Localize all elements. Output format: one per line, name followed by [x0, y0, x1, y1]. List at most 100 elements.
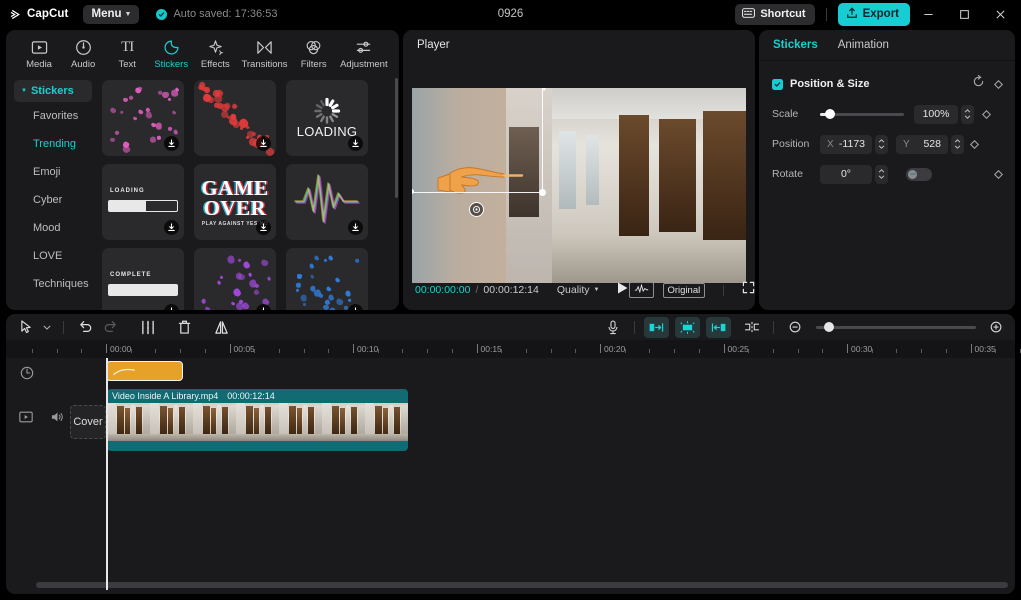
sticker-blue-confetti[interactable]: [286, 248, 368, 310]
video-track-icon[interactable]: [17, 408, 35, 426]
sidebar-item-techniques[interactable]: Techniques: [14, 270, 100, 298]
select-tool-dropdown[interactable]: [39, 317, 54, 338]
play-button[interactable]: [616, 281, 629, 300]
download-icon[interactable]: [348, 220, 363, 235]
library-panel: Media Audio TI Text Stickers Effects Tra…: [6, 30, 399, 310]
sidebar-item-emoji[interactable]: Emoji: [14, 158, 100, 186]
cursor-select-icon[interactable]: [14, 317, 39, 338]
split-icon[interactable]: [135, 317, 160, 338]
export-button[interactable]: Export: [838, 3, 910, 26]
selection-handle-corner[interactable]: [539, 189, 546, 196]
sticker-loading-bar[interactable]: LOADING: [102, 164, 184, 240]
clock-sticker-icon[interactable]: [18, 364, 36, 382]
split-marker-icon[interactable]: [739, 317, 764, 338]
sticker-complete-bar[interactable]: COMPLETE: [102, 248, 184, 310]
video-preview[interactable]: [412, 88, 746, 283]
position-keyframe-icon[interactable]: [970, 140, 979, 149]
tab-effects[interactable]: Effects: [194, 36, 236, 70]
auto-snap-icon[interactable]: [675, 317, 700, 338]
keyframe-diamond-icon[interactable]: [994, 80, 1003, 89]
close-button[interactable]: [982, 0, 1018, 28]
shortcut-button[interactable]: Shortcut: [735, 4, 814, 25]
export-upload-icon: [846, 7, 858, 22]
original-button[interactable]: Original: [663, 283, 706, 298]
rotate-keyframe-icon[interactable]: [994, 170, 1003, 179]
scale-row: Scale 100%: [759, 99, 1015, 129]
scale-slider-knob[interactable]: [825, 109, 835, 119]
selection-handle-top[interactable]: [539, 88, 549, 91]
zoom-out-icon[interactable]: [783, 317, 808, 338]
snap-right-icon[interactable]: [706, 317, 731, 338]
rotate-flip-toggle[interactable]: [906, 168, 932, 181]
tab-stickers-props[interactable]: Stickers: [773, 39, 818, 51]
undo-icon[interactable]: [73, 317, 98, 338]
scale-keyframe-icon[interactable]: [982, 110, 991, 119]
sticker-waveform[interactable]: [286, 164, 368, 240]
position-x-stepper[interactable]: [875, 135, 888, 154]
position-size-checkbox[interactable]: [772, 79, 783, 90]
timeline-zoom-slider[interactable]: [816, 326, 976, 329]
video-clip[interactable]: Video Inside A Library.mp4 00:00:12:14: [107, 389, 408, 451]
rotate-stepper[interactable]: [875, 165, 888, 184]
timeline-ruler[interactable]: 00:0000:0500:1000:1500:2000:2500:3000:35: [6, 340, 1015, 358]
download-icon[interactable]: [164, 220, 179, 235]
sticker-game-over[interactable]: GAME OVER PLAY AGAINST YES NO: [194, 164, 276, 240]
cover-button[interactable]: Cover: [70, 405, 106, 439]
position-x-field[interactable]: X -1173: [820, 135, 872, 154]
tab-text[interactable]: TI Text: [106, 36, 148, 70]
tab-stickers[interactable]: Stickers: [150, 36, 192, 70]
download-icon[interactable]: [256, 136, 271, 151]
toolbar-divider: [63, 321, 64, 334]
scale-value[interactable]: 100%: [914, 105, 958, 124]
quality-dropdown[interactable]: Quality ▼: [557, 284, 600, 296]
rotate-handle-icon[interactable]: [469, 202, 484, 217]
snap-left-icon[interactable]: [644, 317, 669, 338]
hand-sticker-clip[interactable]: [106, 361, 183, 381]
category-header-stickers[interactable]: ▼ Stickers: [14, 80, 92, 102]
download-icon[interactable]: [256, 220, 271, 235]
download-icon[interactable]: [164, 304, 179, 310]
tab-animation[interactable]: Animation: [838, 39, 889, 51]
video-clip-name: Video Inside A Library.mp4: [112, 391, 218, 401]
rotate-value[interactable]: 0°: [820, 165, 872, 184]
tab-media[interactable]: Media: [18, 36, 60, 70]
speaker-icon[interactable]: [48, 408, 66, 426]
tab-adjustment[interactable]: Adjustment: [337, 36, 391, 70]
clip-thumbnail: [365, 403, 408, 441]
sidebar-item-mood[interactable]: Mood: [14, 214, 100, 242]
menu-button[interactable]: Menu ▼: [83, 5, 140, 24]
position-y-field[interactable]: Y 528: [896, 135, 948, 154]
audio-waveform-icon[interactable]: [629, 282, 654, 298]
sticker-pink-confetti[interactable]: [102, 80, 184, 156]
mirror-icon[interactable]: [209, 317, 234, 338]
scale-slider[interactable]: [820, 113, 904, 116]
fullscreen-icon[interactable]: [742, 281, 755, 299]
tab-transitions[interactable]: Transitions: [238, 36, 290, 70]
sticker-loading-spinner[interactable]: LOADING: [286, 80, 368, 156]
trash-icon[interactable]: [172, 317, 197, 338]
redo-icon[interactable]: [98, 317, 123, 338]
position-y-stepper[interactable]: [951, 135, 964, 154]
minimize-button[interactable]: [910, 0, 946, 28]
microphone-icon[interactable]: [600, 317, 625, 338]
sidebar-item-cyber[interactable]: Cyber: [14, 186, 100, 214]
sidebar-item-love[interactable]: LOVE: [14, 242, 100, 270]
reset-icon[interactable]: [972, 75, 985, 93]
maximize-button[interactable]: [946, 0, 982, 28]
download-icon[interactable]: [164, 136, 179, 151]
sidebar-item-label: Techniques: [33, 278, 89, 290]
sidebar-item-favorites[interactable]: Favorites: [14, 102, 100, 130]
playhead-icon[interactable]: [106, 358, 108, 590]
tab-filters[interactable]: Filters: [293, 36, 335, 70]
sticker-purple-confetti[interactable]: [194, 248, 276, 310]
ruler-minor-tick: [131, 349, 132, 353]
scale-stepper[interactable]: [961, 105, 974, 124]
sidebar-item-trending[interactable]: Trending: [14, 130, 100, 158]
library-scrollbar[interactable]: [395, 78, 398, 198]
zoom-in-icon[interactable]: [984, 317, 1009, 338]
download-icon[interactable]: [348, 136, 363, 151]
tab-audio[interactable]: Audio: [62, 36, 104, 70]
timeline-horizontal-scrollbar[interactable]: [36, 582, 1008, 588]
sticker-red-hearts[interactable]: [194, 80, 276, 156]
zoom-slider-knob[interactable]: [824, 322, 834, 332]
